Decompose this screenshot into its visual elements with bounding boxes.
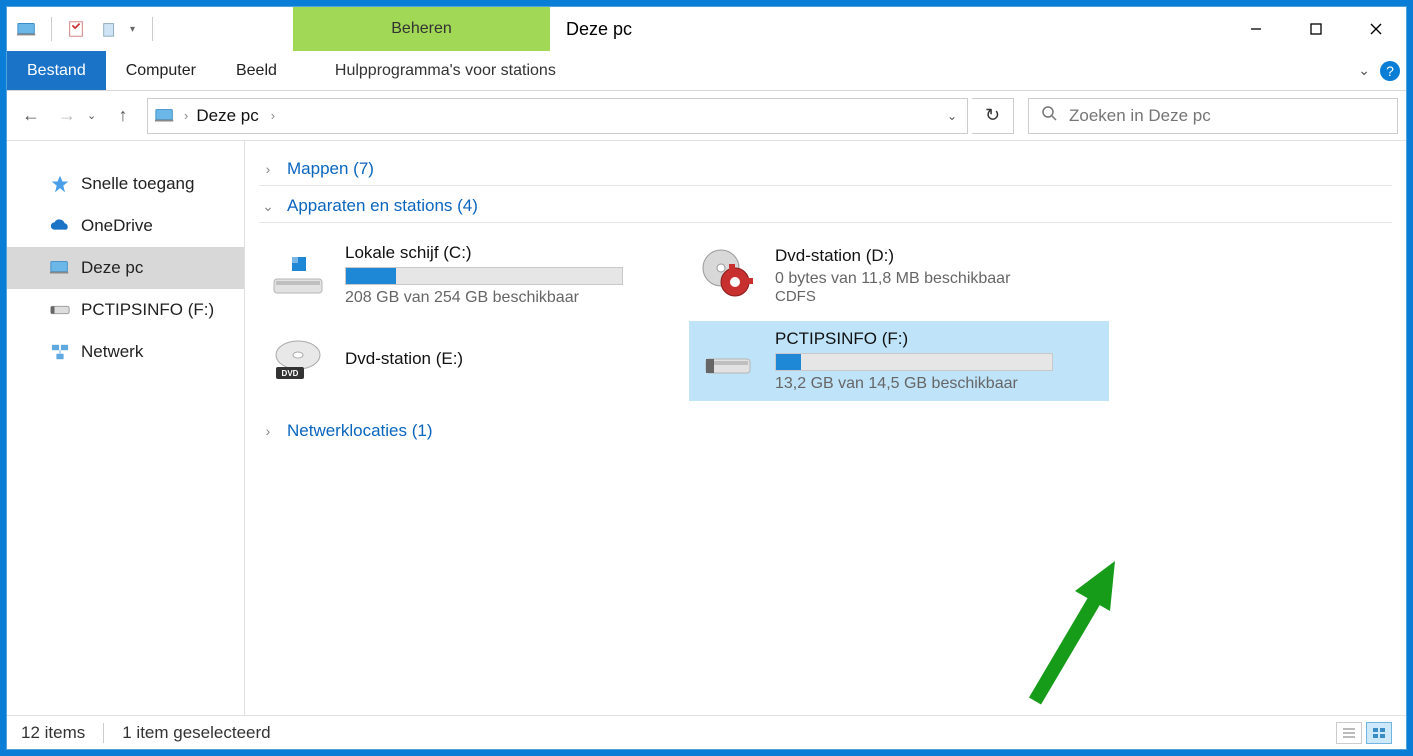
breadcrumb-segment[interactable]: Deze pc [196, 106, 258, 126]
address-bar[interactable]: › Deze pc › ⌄ [147, 98, 968, 134]
chevron-right-icon: › [259, 160, 277, 178]
drive-subtitle: 208 GB van 254 GB beschikbaar [345, 289, 671, 307]
svg-text:DVD: DVD [282, 369, 299, 378]
tab-file[interactable]: Bestand [7, 51, 106, 90]
quick-access-toolbar: ▾ [7, 7, 163, 51]
drive-title: Dvd-station (D:) [775, 246, 1101, 266]
drive-subtitle: 13,2 GB van 14,5 GB beschikbaar [775, 375, 1101, 393]
group-label: Netwerklocaties (1) [287, 421, 433, 441]
chevron-right-icon: › [259, 422, 277, 440]
breadcrumb-chevron-icon[interactable]: › [184, 108, 188, 123]
view-details-button[interactable] [1336, 722, 1362, 744]
status-item-count: 12 items [21, 723, 85, 743]
sidebar-item-label: OneDrive [81, 216, 153, 236]
drive-usage-fill [776, 354, 801, 370]
sidebar-item-label: Deze pc [81, 258, 143, 278]
new-folder-icon[interactable] [96, 15, 124, 43]
breadcrumb-chevron-icon[interactable]: › [271, 108, 275, 123]
sidebar-item-usb-drive[interactable]: PCTIPSINFO (F:) [7, 289, 244, 331]
up-button[interactable]: ↑ [107, 100, 139, 132]
sidebar-item-network[interactable]: Netwerk [7, 331, 244, 373]
separator [51, 17, 52, 41]
separator [103, 723, 104, 743]
usb-drive-icon [49, 299, 71, 321]
chevron-down-icon: ⌄ [259, 197, 277, 215]
address-dropdown-icon[interactable]: ⌄ [947, 109, 957, 123]
contextual-tab-label: Beheren [293, 7, 550, 51]
window-controls [1226, 7, 1406, 51]
dvd-drive-icon: DVD [267, 330, 329, 392]
sidebar-item-label: Snelle toegang [81, 174, 194, 194]
drives-grid: Lokale schijf (C:) 208 GB van 254 GB bes… [259, 227, 1392, 415]
ribbon-collapse-icon[interactable]: ⌄ [1358, 62, 1370, 79]
forward-button[interactable]: → [51, 100, 83, 132]
view-tiles-button[interactable] [1366, 722, 1392, 744]
title-bar: ▾ Beheren Deze pc [7, 7, 1406, 51]
quick-access-icon [49, 173, 71, 195]
search-icon [1041, 105, 1057, 126]
drive-title: PCTIPSINFO (F:) [775, 329, 1101, 349]
sidebar-item-label: PCTIPSINFO (F:) [81, 300, 214, 320]
status-bar: 12 items 1 item geselecteerd [7, 715, 1406, 749]
drive-item-f[interactable]: PCTIPSINFO (F:) 13,2 GB van 14,5 GB besc… [689, 321, 1109, 401]
annotation-arrow [1015, 541, 1135, 711]
sidebar-item-quick-access[interactable]: Snelle toegang [7, 163, 244, 205]
tab-computer[interactable]: Computer [106, 51, 216, 90]
onedrive-icon [49, 215, 71, 237]
minimize-button[interactable] [1226, 9, 1286, 49]
drive-item-d[interactable]: Dvd-station (D:) 0 bytes van 11,8 MB bes… [689, 235, 1109, 315]
explorer-window: ▾ Beheren Deze pc Bestand Computer Beeld… [6, 6, 1407, 750]
drive-usage-bar [775, 353, 1053, 371]
drive-usage-bar [345, 267, 623, 285]
group-header-folders[interactable]: › Mappen (7) [259, 153, 1392, 186]
close-button[interactable] [1346, 9, 1406, 49]
window-title: Deze pc [550, 7, 1226, 51]
drive-item-c[interactable]: Lokale schijf (C:) 208 GB van 254 GB bes… [259, 235, 679, 315]
drive-usage-fill [346, 268, 396, 284]
sidebar-item-onedrive[interactable]: OneDrive [7, 205, 244, 247]
properties-icon[interactable] [62, 15, 90, 43]
pc-icon [49, 257, 71, 279]
refresh-button[interactable]: ↻ [972, 98, 1014, 134]
group-label: Mappen (7) [287, 159, 374, 179]
drive-title: Lokale schijf (C:) [345, 243, 671, 263]
pc-icon [154, 105, 176, 127]
history-dropdown[interactable]: ⌄ [87, 109, 103, 122]
network-icon [49, 341, 71, 363]
spacer [163, 7, 293, 51]
local-disk-icon [267, 244, 329, 306]
ribbon-tabs: Bestand Computer Beeld Hulpprogramma's v… [7, 51, 1406, 91]
drive-subtitle: 0 bytes van 11,8 MB beschikbaar [775, 270, 1101, 288]
group-header-devices[interactable]: ⌄ Apparaten en stations (4) [259, 190, 1392, 223]
drive-title: Dvd-station (E:) [345, 349, 671, 369]
group-header-network[interactable]: › Netwerklocaties (1) [259, 415, 1392, 447]
tab-view[interactable]: Beeld [216, 51, 297, 90]
status-selected-count: 1 item geselecteerd [122, 723, 270, 743]
separator [152, 17, 153, 41]
group-label: Apparaten en stations (4) [287, 196, 478, 216]
drive-item-e[interactable]: DVD Dvd-station (E:) [259, 321, 679, 401]
usb-drive-icon [697, 330, 759, 392]
search-input[interactable] [1069, 106, 1385, 126]
dvd-drive-icon [697, 244, 759, 306]
qat-dropdown[interactable]: ▾ [130, 24, 142, 35]
drive-filesystem: CDFS [775, 288, 1101, 305]
navigation-pane: Snelle toegang OneDrive Deze pc PCTIPSIN… [7, 141, 245, 715]
tab-drive-tools[interactable]: Hulpprogramma's voor stations [315, 51, 576, 90]
back-button[interactable]: ← [15, 100, 47, 132]
sidebar-item-this-pc[interactable]: Deze pc [7, 247, 244, 289]
navigation-bar: ← → ⌄ ↑ › Deze pc › ⌄ ↻ [7, 91, 1406, 141]
search-box[interactable] [1028, 98, 1398, 134]
body: Snelle toegang OneDrive Deze pc PCTIPSIN… [7, 141, 1406, 715]
app-icon[interactable] [13, 15, 41, 43]
content-pane: › Mappen (7) ⌄ Apparaten en stations (4) [245, 141, 1406, 715]
sidebar-item-label: Netwerk [81, 342, 143, 362]
maximize-button[interactable] [1286, 9, 1346, 49]
help-icon[interactable]: ? [1380, 61, 1400, 81]
